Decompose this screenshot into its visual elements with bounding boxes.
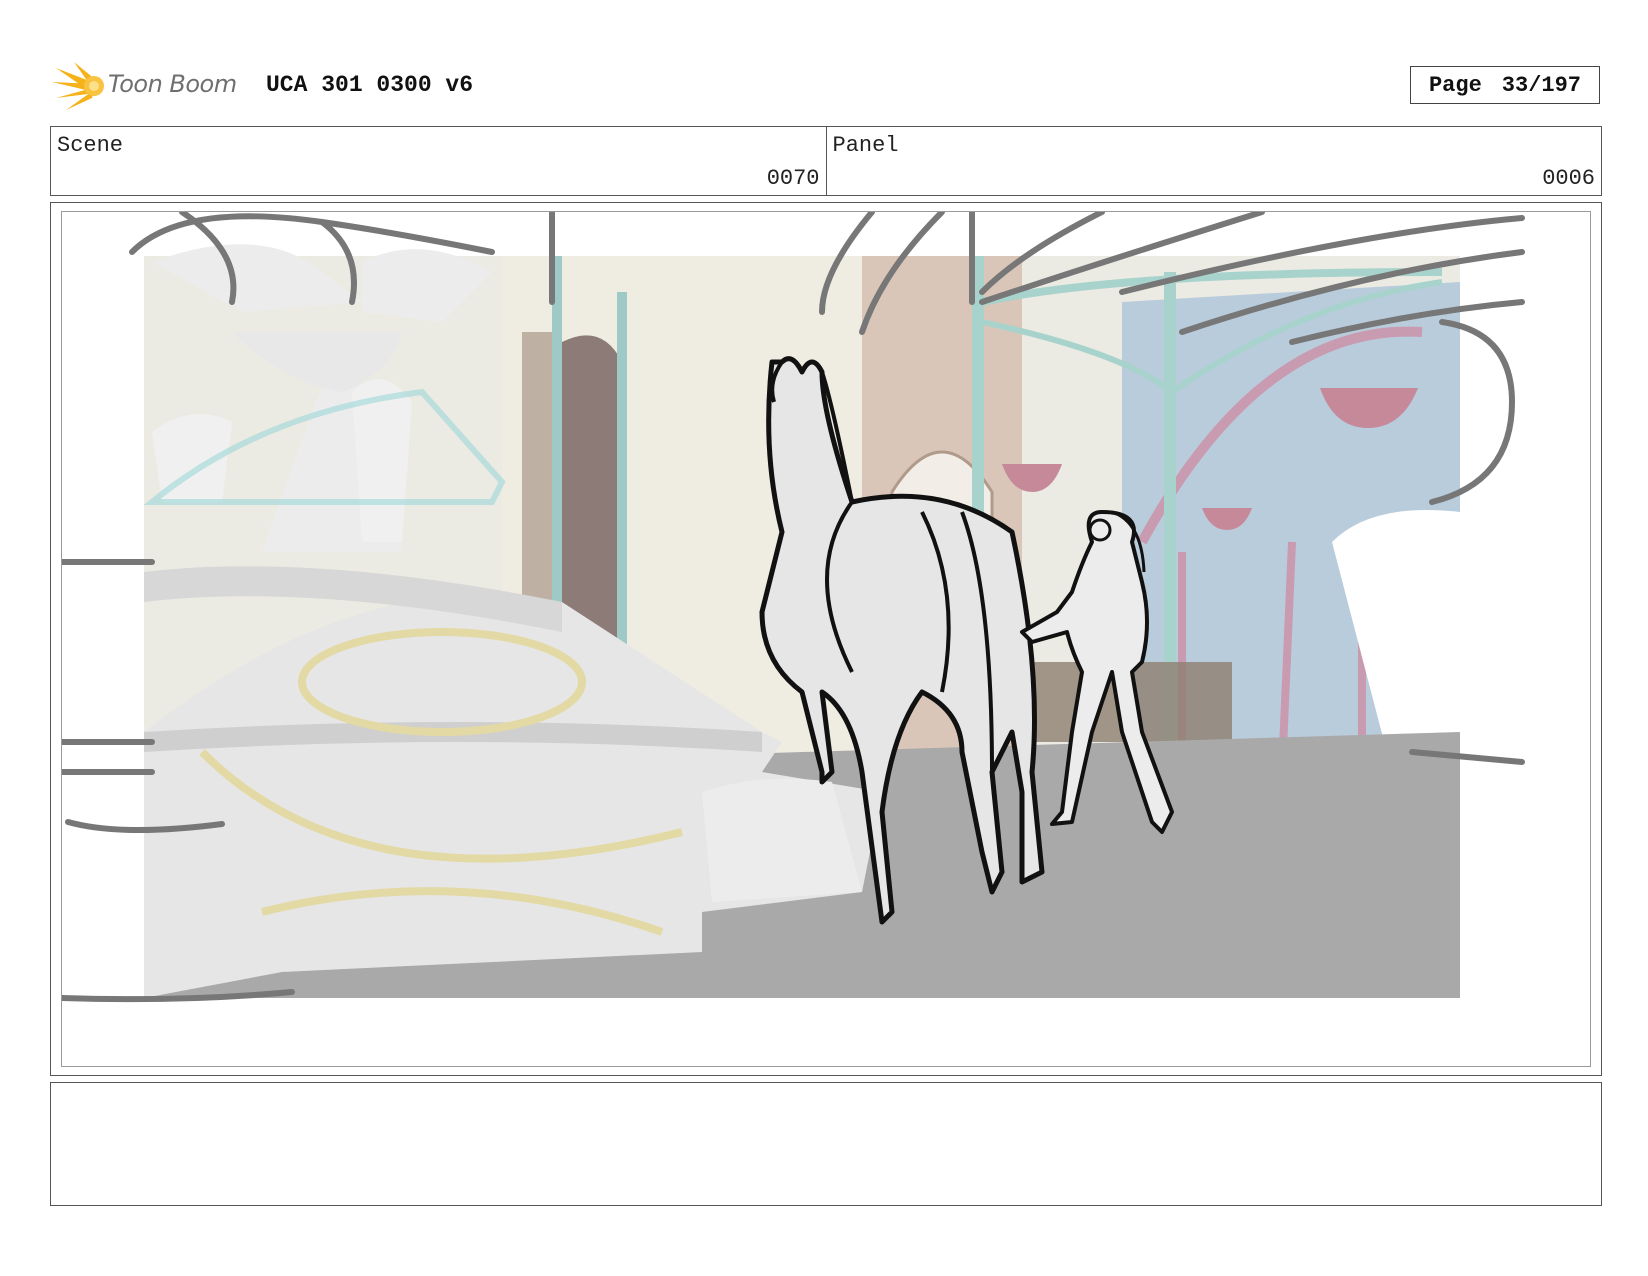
- panel-number: 0006: [1542, 166, 1595, 191]
- page-label: Page: [1428, 72, 1482, 98]
- logo-text: Toon Boom: [108, 70, 237, 98]
- panel-notes-box: [50, 1082, 1602, 1206]
- toon-boom-starburst-icon: [52, 62, 104, 110]
- toon-boom-logo: Toon Boom: [52, 58, 252, 114]
- page-indicator: Page 33/197: [1410, 66, 1600, 104]
- page-number: 33/197: [1501, 72, 1582, 98]
- storyboard-panel-frame: [50, 202, 1602, 1076]
- storyboard-drawing: [62, 212, 1525, 1003]
- panel-cell: Panel 0006: [825, 127, 1602, 195]
- document-title: UCA 301 0300 v6: [266, 72, 474, 98]
- scene-label: Scene: [57, 133, 124, 158]
- scene-number: 0070: [766, 166, 820, 191]
- panel-label: Panel: [832, 133, 899, 158]
- info-row: Scene 0070 Panel 0006: [50, 126, 1602, 196]
- scene-cell: Scene 0070: [51, 127, 826, 195]
- storyboard-panel: [61, 211, 1591, 1067]
